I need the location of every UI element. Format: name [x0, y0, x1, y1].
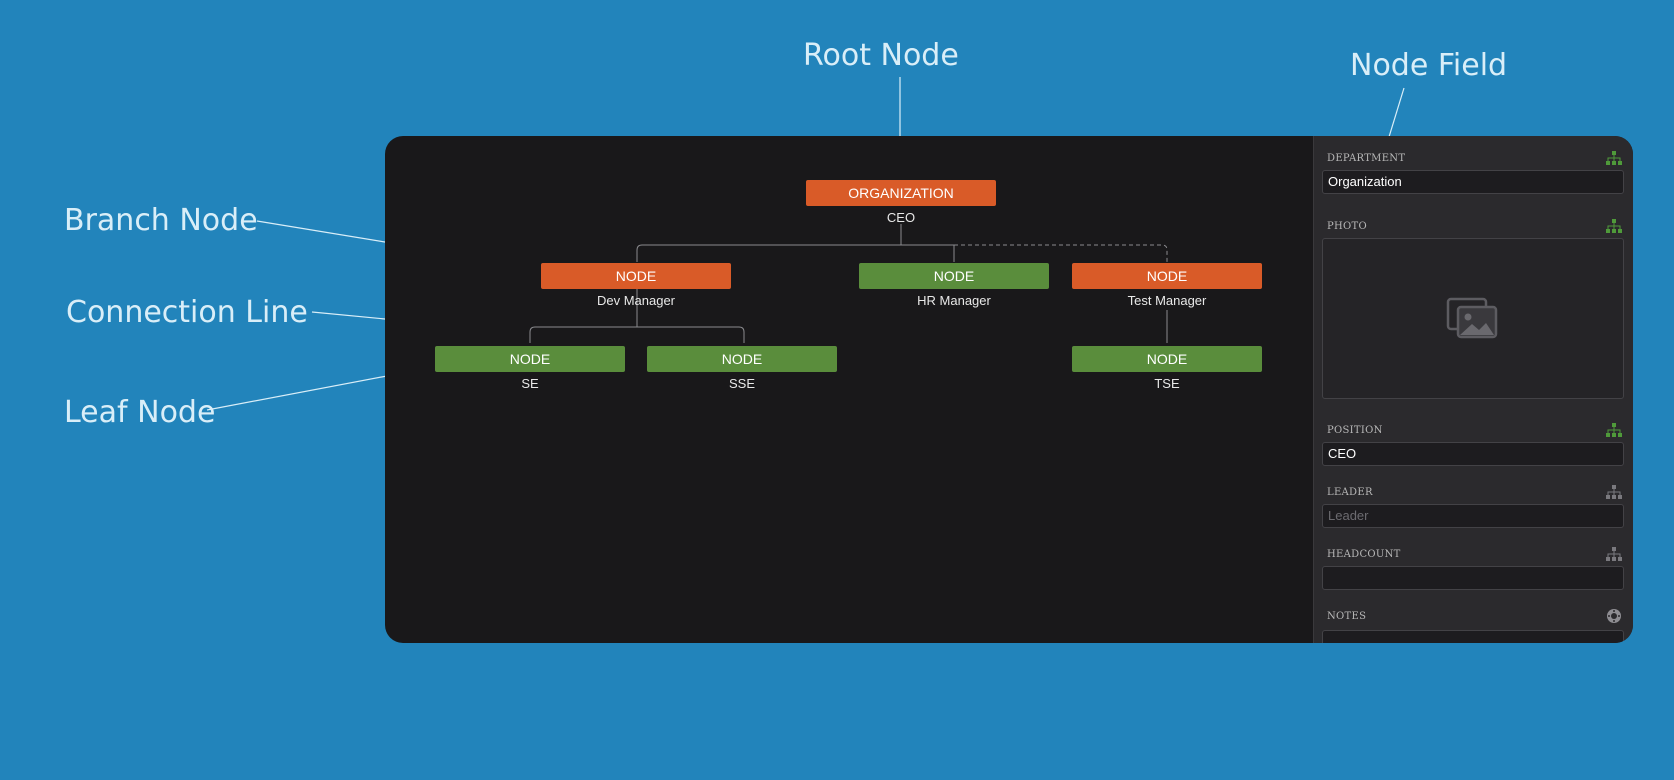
connector-dashed: [954, 244, 1168, 262]
photo-label: PHOTO: [1327, 221, 1368, 232]
leaf-node-hr-title: HR Manager: [917, 293, 991, 308]
org-chart-icon[interactable]: [1606, 150, 1622, 166]
gear-icon[interactable]: [1606, 608, 1622, 624]
leaf-node-tse-title: TSE: [1154, 376, 1180, 391]
branch-node-dev[interactable]: NODE: [541, 263, 731, 289]
leaf-node-sse[interactable]: NODE: [647, 346, 837, 372]
branch-node-dev-title: Dev Manager: [596, 293, 676, 308]
branch-node-test-title: Test Manager: [1127, 293, 1207, 308]
callout-node-field: Node Field: [1350, 48, 1508, 83]
org-chart-icon[interactable]: [1606, 484, 1622, 500]
position-input[interactable]: [1322, 442, 1624, 466]
leader-input[interactable]: [1322, 504, 1624, 528]
position-label: POSITION: [1327, 425, 1383, 436]
callout-connection-line: Connection Line: [66, 295, 308, 330]
leaf-node-tse[interactable]: NODE: [1072, 346, 1262, 372]
photo-dropzone[interactable]: [1322, 238, 1624, 399]
root-node[interactable]: ORGANIZATION: [806, 180, 996, 206]
callout-root-node: Root Node: [803, 38, 959, 73]
callout-branch-node: Branch Node: [64, 203, 258, 238]
notes-label: NOTES: [1327, 611, 1367, 622]
org-chart-icon[interactable]: [1606, 422, 1622, 438]
root-node-title: CEO: [886, 210, 916, 225]
notes-input[interactable]: [1322, 630, 1624, 643]
org-chart-canvas: ORGANIZATION CEO NODE Dev Manager NODE H…: [385, 136, 1313, 643]
leader-label: LEADER: [1327, 487, 1373, 498]
connector-dev-branch: [529, 326, 745, 343]
node-fields-panel: DEPARTMENT PHOTO POSITION LE: [1313, 136, 1633, 643]
headcount-input[interactable]: [1322, 566, 1624, 590]
leaf-node-se[interactable]: NODE: [435, 346, 625, 372]
branch-node-test[interactable]: NODE: [1072, 263, 1262, 289]
leaf-node-se-title: SE: [521, 376, 539, 391]
org-chart-icon[interactable]: [1606, 218, 1622, 234]
headcount-label: HEADCOUNT: [1327, 549, 1401, 560]
callout-leaf-node: Leaf Node: [64, 395, 216, 430]
leaf-node-sse-title: SSE: [728, 376, 755, 391]
connector-root-branch: [636, 244, 954, 262]
leaf-node-hr[interactable]: NODE: [859, 263, 1049, 289]
app-window: ORGANIZATION CEO NODE Dev Manager NODE H…: [385, 136, 1633, 643]
department-input[interactable]: [1322, 170, 1624, 194]
department-label: DEPARTMENT: [1327, 153, 1406, 164]
org-chart-icon[interactable]: [1606, 546, 1622, 562]
image-placeholder-icon: [1446, 297, 1498, 339]
